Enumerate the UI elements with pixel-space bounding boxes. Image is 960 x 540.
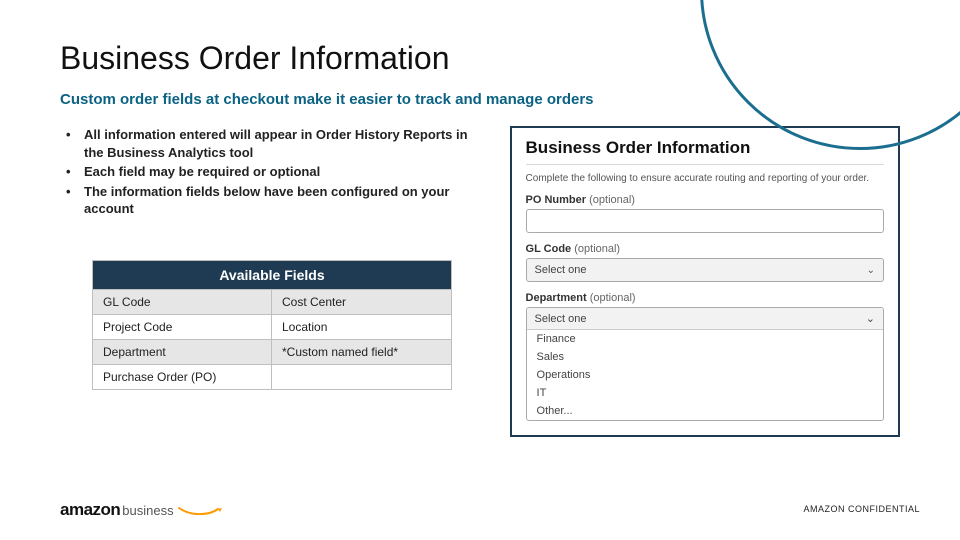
select-option[interactable]: Operations xyxy=(527,366,883,384)
table-cell xyxy=(272,365,451,389)
bullet-list: •All information entered will appear in … xyxy=(60,126,490,218)
gl-code-select[interactable]: Select one ⌄ xyxy=(526,258,884,282)
select-option[interactable]: IT xyxy=(527,384,883,402)
smile-icon xyxy=(178,507,224,515)
bullet-item: The information fields below have been c… xyxy=(84,183,490,218)
select-option[interactable]: Finance xyxy=(527,330,883,348)
gl-code-label: GL Code (optional) xyxy=(526,243,884,255)
department-select[interactable]: Select one ⌄ Finance Sales Operations IT… xyxy=(526,307,884,421)
confidential-label: AMAZON CONFIDENTIAL xyxy=(803,504,920,514)
po-number-input[interactable] xyxy=(526,209,884,233)
table-cell: Cost Center xyxy=(272,290,451,314)
select-option[interactable]: Sales xyxy=(527,348,883,366)
panel-description: Complete the following to ensure accurat… xyxy=(526,173,884,184)
table-cell: *Custom named field* xyxy=(272,340,451,364)
table-cell: Purchase Order (PO) xyxy=(93,365,272,389)
chevron-down-icon: ⌄ xyxy=(866,312,875,325)
department-label: Department (optional) xyxy=(526,292,884,304)
bullet-item: All information entered will appear in O… xyxy=(84,126,490,161)
table-cell: Department xyxy=(93,340,272,364)
table-header: Available Fields xyxy=(93,261,451,289)
brand-logo: amazonbusiness xyxy=(60,500,224,520)
available-fields-table: Available Fields GL Code Cost Center Pro… xyxy=(92,260,452,390)
table-cell: Project Code xyxy=(93,315,272,339)
select-option[interactable]: Other... xyxy=(527,402,883,420)
bullet-item: Each field may be required or optional xyxy=(84,163,320,181)
table-cell: Location xyxy=(272,315,451,339)
order-info-panel: Business Order Information Complete the … xyxy=(510,126,900,437)
table-cell: GL Code xyxy=(93,290,272,314)
po-number-label: PO Number (optional) xyxy=(526,194,884,206)
chevron-down-icon: ⌄ xyxy=(867,265,875,276)
